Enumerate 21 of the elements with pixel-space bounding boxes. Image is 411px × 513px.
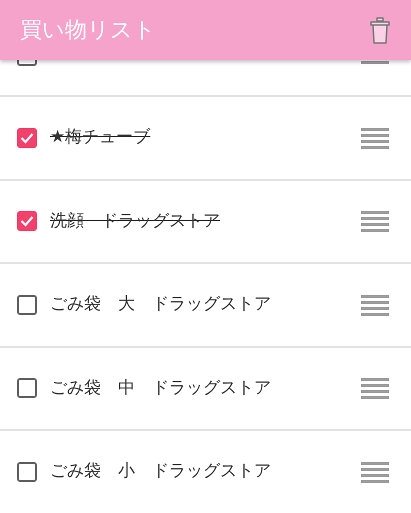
item-label: ★梅チューブ <box>50 126 150 149</box>
checkbox[interactable] <box>17 211 37 232</box>
drag-handle-icon[interactable] <box>361 294 389 316</box>
drag-handle-icon[interactable] <box>361 460 389 483</box>
checkbox[interactable] <box>17 378 37 398</box>
item-label: ごみ袋 小 ドラッグストア <box>50 460 271 483</box>
checkbox[interactable] <box>17 294 37 315</box>
trash-icon[interactable] <box>369 15 391 45</box>
checkbox[interactable] <box>17 60 37 66</box>
checkbox[interactable] <box>17 462 37 482</box>
drag-handle-icon[interactable] <box>361 377 389 400</box>
checkmark-icon <box>20 132 34 144</box>
app-title: 買い物リスト <box>20 16 156 44</box>
item-label: 洗顔 ドラッグストア <box>50 210 220 232</box>
drag-handle-icon[interactable] <box>361 61 389 64</box>
item-label: ごみ袋 中 ドラッグストア <box>50 376 271 400</box>
checkmark-icon <box>20 215 34 228</box>
drag-handle-icon[interactable] <box>361 210 389 232</box>
drag-handle-icon[interactable] <box>361 126 389 149</box>
item-label: ごみ袋 大 ドラッグストア <box>50 293 271 316</box>
checkbox[interactable] <box>17 128 37 148</box>
